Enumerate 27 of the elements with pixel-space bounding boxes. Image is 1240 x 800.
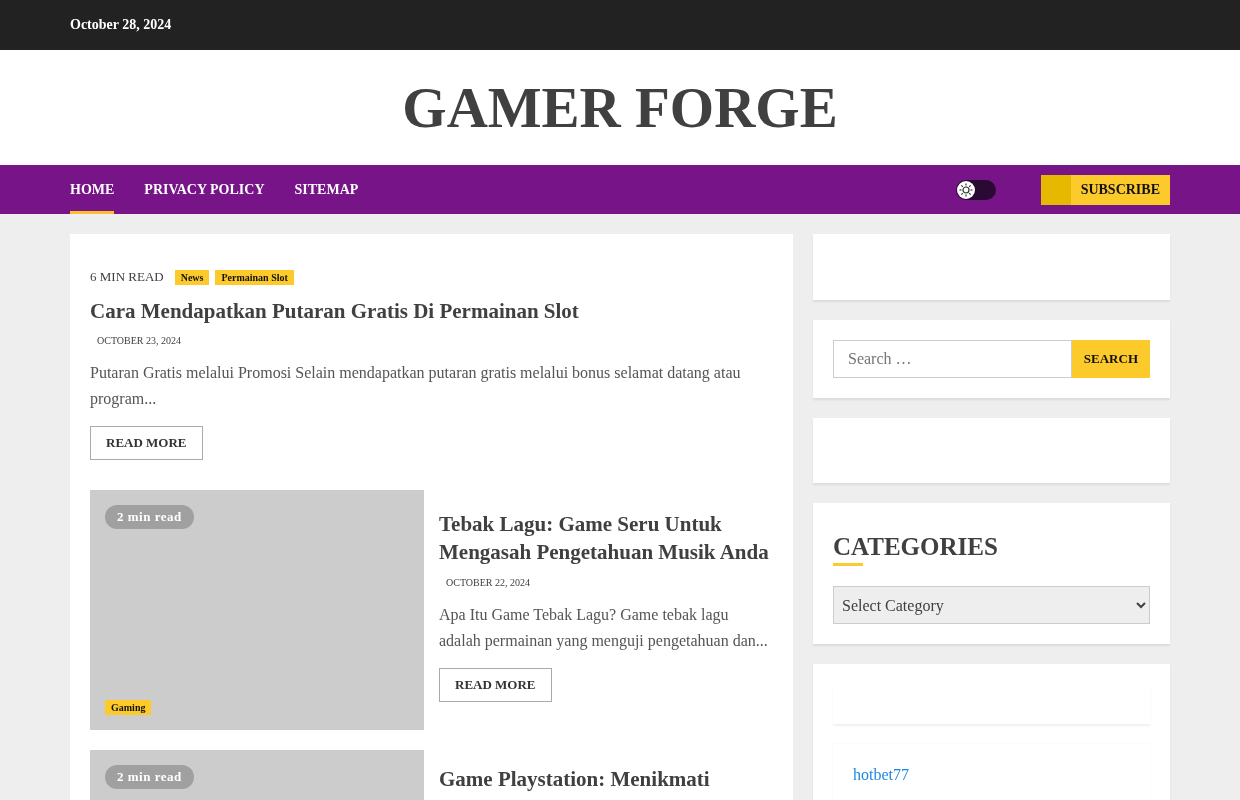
- post-title[interactable]: Tebak Lagu: Game Seru Untuk Mengasah Pengetahuan Musik Anda: [439, 510, 773, 566]
- category-tag[interactable]: Gaming: [105, 700, 152, 715]
- read-more-button[interactable]: READ MORE: [90, 426, 203, 460]
- site-title[interactable]: GAMER FORGE: [402, 79, 838, 136]
- theme-toggle[interactable]: [955, 179, 996, 200]
- read-time: 6 MIN READ: [90, 269, 164, 285]
- search-button[interactable]: SEARCH: [1071, 340, 1150, 378]
- category-tag[interactable]: Permainan Slot: [215, 269, 294, 285]
- date-text: October 28, 2024: [70, 17, 172, 33]
- post-date: OCTOBER 22, 2024: [446, 577, 530, 588]
- nav-link[interactable]: PRIVACY POLICY: [144, 165, 265, 214]
- category-tag[interactable]: News: [174, 269, 210, 285]
- post-title[interactable]: Cara Mendapatkan Putaran Gratis Di Permainan Slot: [90, 299, 773, 324]
- post-excerpt: Putaran Gratis melalui Promosi Selain mendapatkan putaran gratis melalui bonus selamat datang atau program...: [90, 363, 742, 410]
- nav-link[interactable]: SITEMAP: [294, 165, 359, 214]
- read-time: 2 min read: [105, 765, 194, 789]
- post-date: OCTOBER 23, 2024: [97, 335, 181, 346]
- search-field[interactable]: Search …: [833, 340, 1072, 378]
- read-time: 2 min read: [105, 505, 194, 529]
- subscribe-button[interactable]: SUBSCRIBE: [1040, 174, 1170, 205]
- post-title[interactable]: Game Playstation: Menikmati: [439, 765, 773, 793]
- post-excerpt: Apa Itu Game Tebak Lagu? Game tebak lagu adalah permainan yang menguji pengetahuan dan...: [439, 605, 769, 652]
- category-select[interactable]: Select Category: [833, 586, 1150, 624]
- nav-link[interactable]: HOME: [70, 165, 115, 214]
- sidebar-link[interactable]: hotbet77: [853, 766, 909, 783]
- widget-title: CATEGORIES: [833, 533, 999, 561]
- read-more-button[interactable]: READ MORE: [439, 668, 552, 702]
